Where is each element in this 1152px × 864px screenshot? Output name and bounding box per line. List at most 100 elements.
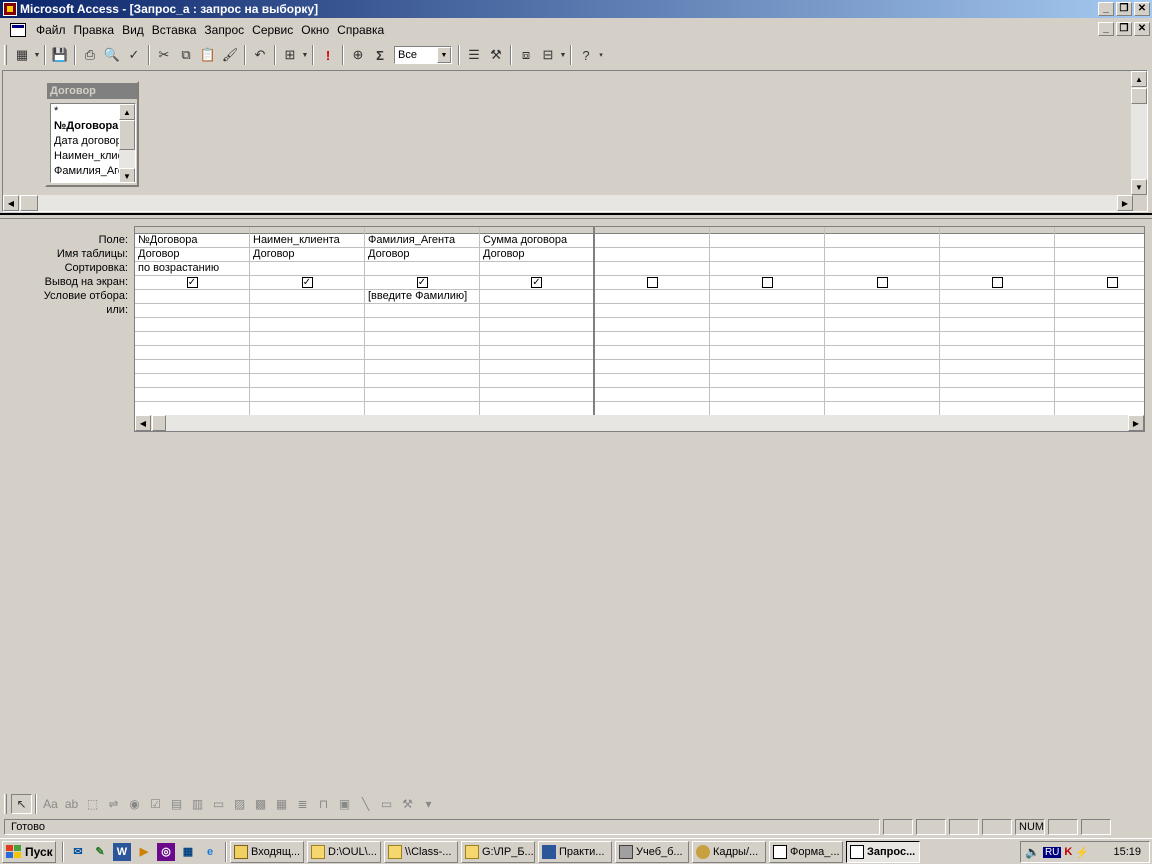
or-cell[interactable] bbox=[135, 318, 249, 332]
unbound-object-icon[interactable]: ▩ bbox=[250, 794, 271, 814]
column-selector[interactable] bbox=[825, 227, 939, 234]
help-icon[interactable]: ? bbox=[575, 44, 597, 66]
or-cell[interactable] bbox=[825, 388, 939, 402]
tab-control-icon[interactable]: ⊓ bbox=[313, 794, 334, 814]
column-selector[interactable] bbox=[250, 227, 364, 234]
start-button[interactable]: Пуск bbox=[2, 840, 56, 863]
criteria-cell[interactable] bbox=[940, 290, 1054, 304]
or-cell[interactable] bbox=[135, 360, 249, 374]
or-cell[interactable] bbox=[480, 318, 593, 332]
show-checkbox[interactable]: ✓ bbox=[416, 277, 428, 288]
doc-minimize-button[interactable]: _ bbox=[1098, 22, 1114, 36]
spelling-icon[interactable]: ✓ bbox=[123, 44, 145, 66]
volume-icon[interactable]: 🔈 bbox=[1025, 845, 1040, 859]
or-cell[interactable] bbox=[365, 360, 479, 374]
or-cell[interactable] bbox=[1055, 388, 1144, 402]
or-cell[interactable] bbox=[595, 332, 709, 346]
or-cell[interactable] bbox=[1055, 360, 1144, 374]
run-icon[interactable]: ! bbox=[317, 44, 339, 66]
sort-cell[interactable] bbox=[480, 262, 593, 276]
field-cell[interactable]: Сумма договора bbox=[480, 234, 593, 248]
task-button-forma[interactable]: Форма_... bbox=[769, 840, 843, 863]
or-cell[interactable] bbox=[250, 374, 364, 388]
or-cell[interactable] bbox=[480, 304, 593, 318]
top-values-dropdown-icon[interactable]: ▼ bbox=[437, 47, 451, 63]
command-button-icon[interactable]: ▭ bbox=[208, 794, 229, 814]
scroll-thumb[interactable] bbox=[119, 120, 135, 150]
scroll-right-icon[interactable]: ▶ bbox=[1128, 415, 1144, 431]
or-cell[interactable] bbox=[250, 346, 364, 360]
or-cell[interactable] bbox=[480, 374, 593, 388]
restore-button[interactable]: ❐ bbox=[1116, 2, 1132, 16]
field-list-scrollbar[interactable]: ▲ ▼ bbox=[119, 104, 135, 182]
table-cell[interactable] bbox=[1055, 248, 1144, 262]
or-cell[interactable] bbox=[825, 332, 939, 346]
database-window-icon[interactable]: ⧈ bbox=[515, 44, 537, 66]
or-cell[interactable] bbox=[135, 346, 249, 360]
or-cell[interactable] bbox=[135, 402, 249, 416]
new-object-dropdown-icon[interactable]: ▼ bbox=[559, 44, 567, 66]
or-cell[interactable] bbox=[940, 346, 1054, 360]
notepad-icon[interactable]: ✎ bbox=[91, 843, 109, 861]
table-cell[interactable]: Договор bbox=[365, 248, 479, 262]
image-tool-icon[interactable]: ▨ bbox=[229, 794, 250, 814]
top-values-combo[interactable]: Все ▼ bbox=[394, 46, 452, 64]
field-list-item[interactable]: Фамилия_Агента bbox=[51, 164, 121, 179]
document-icon[interactable] bbox=[10, 23, 26, 37]
toolbar-options-icon[interactable]: ▾ bbox=[597, 44, 605, 66]
or-cell[interactable] bbox=[365, 402, 479, 416]
field-cell[interactable]: Наимен_клиента bbox=[250, 234, 364, 248]
page-break-icon[interactable]: ≣ bbox=[292, 794, 313, 814]
or-cell[interactable] bbox=[710, 360, 824, 374]
scroll-down-icon[interactable]: ▼ bbox=[1131, 179, 1147, 195]
or-cell[interactable] bbox=[595, 374, 709, 388]
or-cell[interactable] bbox=[250, 388, 364, 402]
grid-hscroll[interactable]: ◀ ▶ bbox=[135, 415, 1144, 431]
field-list-item[interactable]: №Договора bbox=[51, 119, 121, 134]
sort-cell[interactable] bbox=[250, 262, 364, 276]
or-cell[interactable] bbox=[940, 374, 1054, 388]
show-checkbox[interactable] bbox=[761, 277, 773, 288]
menu-query[interactable]: Запрос bbox=[200, 23, 248, 37]
or-cell[interactable] bbox=[135, 374, 249, 388]
or-cell[interactable] bbox=[250, 402, 364, 416]
or-cell[interactable] bbox=[940, 332, 1054, 346]
word-icon[interactable]: W bbox=[113, 842, 131, 861]
field-cell[interactable]: Фамилия_Агента bbox=[365, 234, 479, 248]
scroll-right-icon[interactable]: ▶ bbox=[1117, 195, 1133, 211]
copy-icon[interactable]: ⧉ bbox=[175, 44, 197, 66]
task-button-folder-g[interactable]: G:\ЛР_Б... bbox=[461, 840, 535, 863]
menu-edit[interactable]: Правка bbox=[70, 23, 119, 37]
more-controls-icon[interactable]: ⚒ bbox=[397, 794, 418, 814]
criteria-cell[interactable] bbox=[710, 290, 824, 304]
toolbox-options-icon[interactable]: ▾ bbox=[418, 794, 439, 814]
menu-insert[interactable]: Вставка bbox=[148, 23, 201, 37]
table-list-dogovor[interactable]: Договор * №Договора Дата договора Наимен… bbox=[45, 81, 139, 187]
table-cell[interactable] bbox=[595, 248, 709, 262]
or-cell[interactable] bbox=[595, 360, 709, 374]
query-type-dropdown-icon[interactable]: ▼ bbox=[301, 44, 309, 66]
format-painter-icon[interactable]: 🖌 bbox=[219, 44, 241, 66]
scroll-down-icon[interactable]: ▼ bbox=[119, 168, 135, 182]
or-cell[interactable] bbox=[1055, 304, 1144, 318]
table-pane-hscroll[interactable]: ◀ ▶ bbox=[3, 195, 1133, 211]
label-tool-icon[interactable]: Aa bbox=[40, 794, 61, 814]
or-cell[interactable] bbox=[250, 360, 364, 374]
field-cell[interactable] bbox=[1055, 234, 1144, 248]
sort-cell[interactable] bbox=[595, 262, 709, 276]
task-button-kadry[interactable]: Кадры/... bbox=[692, 840, 766, 863]
criteria-cell[interactable] bbox=[1055, 290, 1144, 304]
or-cell[interactable] bbox=[825, 346, 939, 360]
sort-cell[interactable] bbox=[825, 262, 939, 276]
field-cell[interactable] bbox=[940, 234, 1054, 248]
combo-box-icon[interactable]: ▤ bbox=[166, 794, 187, 814]
or-cell[interactable] bbox=[480, 402, 593, 416]
scroll-thumb[interactable] bbox=[1131, 88, 1147, 104]
or-cell[interactable] bbox=[940, 402, 1054, 416]
field-list-item[interactable]: Дата договора bbox=[51, 134, 121, 149]
access-app-icon[interactable] bbox=[3, 2, 17, 16]
field-cell[interactable] bbox=[825, 234, 939, 248]
criteria-cell[interactable] bbox=[480, 290, 593, 304]
or-cell[interactable] bbox=[250, 332, 364, 346]
bound-object-icon[interactable]: ▦ bbox=[271, 794, 292, 814]
